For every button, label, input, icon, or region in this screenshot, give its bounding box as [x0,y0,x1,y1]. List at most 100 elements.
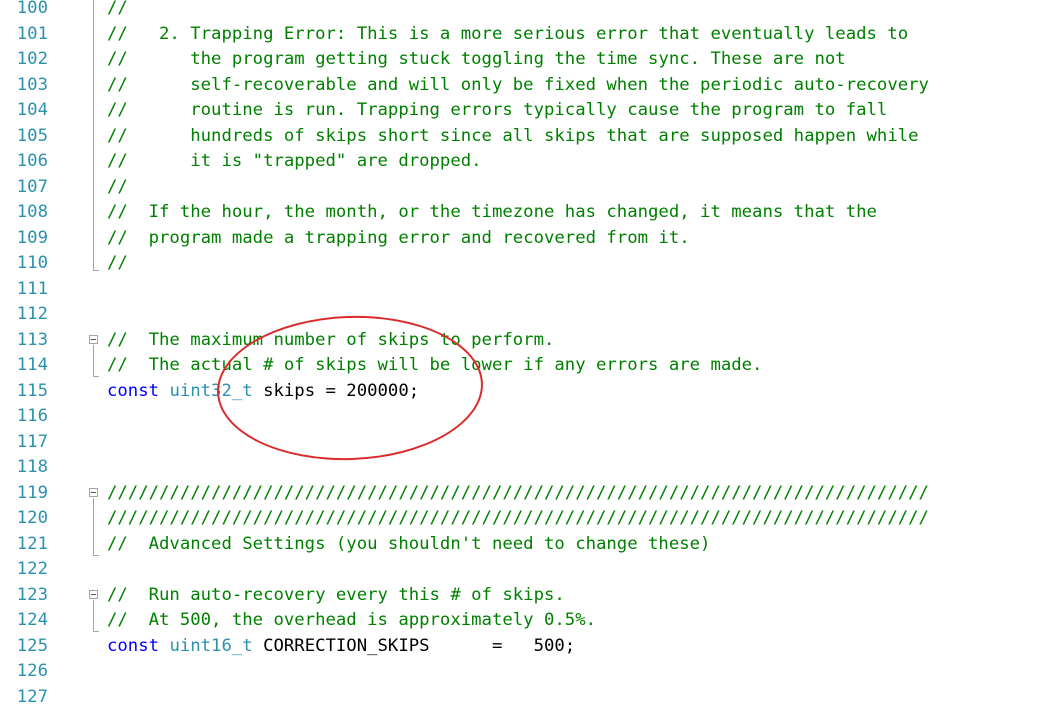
code-keyword: const [107,635,160,656]
line-number: 109 [16,227,48,248]
code-line[interactable]: 113 // The maximum number of skips to per… [0,328,1055,354]
code-line[interactable]: 124 // At 500, the overhead is approximat… [0,608,1055,634]
code-comment: // program made a trapping error and rec… [107,227,690,248]
code-keyword: const [107,380,160,401]
code-line[interactable]: 120 /////////////////////////////////////… [0,506,1055,532]
code-text[interactable]: // At 500, the overhead is approximately… [107,608,596,634]
code-token: skips = 200000; [252,380,420,401]
line-number: 105 [16,125,48,146]
code-text[interactable]: // it is "trapped" are dropped. [107,149,482,175]
code-line[interactable]: 123 // Run auto-recovery every this # of … [0,583,1055,609]
code-line[interactable]: 103 // self-recoverable and will only be … [0,73,1055,99]
line-number: 117 [16,431,48,452]
code-comment: // If the hour, the month, or the timezo… [107,202,877,222]
code-text[interactable]: // [107,0,128,22]
code-comment: // At 500, the overhead is approximately… [107,610,596,630]
code-line[interactable]: 101 // 2. Trapping Error: This is a more … [0,22,1055,48]
code-line[interactable]: 110 // [0,251,1055,277]
line-number: 118 [16,457,48,477]
line-number: 114 [16,355,48,375]
code-comment: ////////////////////////////////////////… [107,482,929,503]
line-number: 110 [16,253,48,273]
code-line[interactable]: 118 [0,455,1055,481]
line-number: 104 [16,100,48,120]
code-type: uint32_t [169,380,253,401]
code-type: uint16_t [169,635,253,656]
code-comment: // it is "trapped" are dropped. [107,151,482,171]
code-line[interactable]: 105 // hundreds of skips short since all … [0,124,1055,150]
code-comment: // [107,253,128,273]
code-text[interactable]: const uint16_t CORRECTION_SKIPS = 500; [107,634,575,660]
line-number: 119 [16,482,48,503]
line-number: 100 [16,0,48,18]
line-number: 115 [16,380,48,401]
code-line[interactable]: 112 [0,302,1055,328]
code-comment: // The maximum number of skips to perfor… [107,329,555,350]
code-line[interactable]: 104 // routine is run. Trapping errors ty… [0,98,1055,124]
code-text[interactable]: // The actual # of skips will be lower i… [107,353,762,379]
code-line[interactable]: 127 [0,685,1055,711]
line-number: 122 [16,559,48,579]
line-number: 103 [16,74,48,95]
code-line[interactable]: 121 // Advanced Settings (you shouldn't n… [0,532,1055,558]
line-number: 102 [16,49,48,69]
code-line[interactable]: 115 const uint32_t skips = 200000; [0,379,1055,405]
code-token: CORRECTION_SKIPS = 500; [252,635,576,656]
code-line[interactable]: 119 /////////////////////////////////////… [0,481,1055,507]
code-line[interactable]: 116 [0,404,1055,430]
line-number: 125 [16,635,48,656]
line-number: 124 [16,610,48,630]
line-number: 107 [16,176,48,197]
code-text[interactable]: // 2. Trapping Error: This is a more ser… [107,22,908,48]
line-number: 123 [16,584,48,605]
line-number: 126 [16,661,48,681]
code-line[interactable]: 111 [0,277,1055,303]
code-comment: // 2. Trapping Error: This is a more ser… [107,23,909,44]
code-comment: ////////////////////////////////////////… [107,508,929,528]
code-text[interactable]: // the program getting stuck toggling th… [107,47,846,73]
code-line[interactable]: 108 // If the hour, the month, or the tim… [0,200,1055,226]
code-text[interactable]: // hundreds of skips short since all ski… [107,124,919,150]
code-line[interactable]: 106 // it is "trapped" are dropped. [0,149,1055,175]
code-line[interactable]: 122 [0,557,1055,583]
line-number: 108 [16,202,48,222]
code-line[interactable]: 109 // program made a trapping error and … [0,226,1055,252]
code-text[interactable]: ////////////////////////////////////////… [107,506,929,532]
code-comment: // the program getting stuck toggling th… [107,49,846,69]
code-text[interactable]: // [107,251,128,277]
code-text[interactable]: const uint32_t skips = 200000; [107,379,419,405]
code-comment: // The actual # of skips will be lower i… [107,355,763,375]
code-line[interactable]: 114 // The actual # of skips will be lowe… [0,353,1055,379]
code-comment: // Run auto-recovery every this # of ski… [107,584,565,605]
line-number: 121 [16,533,48,554]
code-comment: // [107,0,128,18]
code-comment: // hundreds of skips short since all ski… [107,125,919,146]
line-number: 111 [16,278,48,299]
code-line[interactable]: 100 // [0,0,1055,22]
code-text[interactable]: // Run auto-recovery every this # of ski… [107,583,565,609]
code-text[interactable]: ////////////////////////////////////////… [107,481,929,507]
code-line[interactable]: 126 [0,659,1055,685]
line-number: 127 [16,686,48,707]
code-comment: // self-recoverable and will only be fix… [107,74,929,95]
line-number: 112 [16,304,48,324]
code-text[interactable]: // self-recoverable and will only be fix… [107,73,929,99]
code-text[interactable]: // Advanced Settings (you shouldn't need… [107,532,710,558]
code-text[interactable]: // program made a trapping error and rec… [107,226,690,252]
code-line[interactable]: 107 // [0,175,1055,201]
code-text[interactable]: // routine is run. Trapping errors typic… [107,98,887,124]
code-comment: // [107,176,128,197]
code-comment: // routine is run. Trapping errors typic… [107,100,888,120]
code-line[interactable]: 117 [0,430,1055,456]
code-text[interactable]: // If the hour, the month, or the timezo… [107,200,877,226]
code-text[interactable]: // The maximum number of skips to perfor… [107,328,554,354]
code-text[interactable]: // [107,175,128,201]
line-number: 106 [16,151,48,171]
code-line[interactable]: 125 const uint16_t CORRECTION_SKIPS = 500… [0,634,1055,660]
line-number: 101 [16,23,48,44]
code-line[interactable]: 102 // the program getting stuck toggling… [0,47,1055,73]
line-number: 113 [16,329,48,350]
code-editor[interactable]: 100 // 101 // 2. Trapping Error: This is a … [0,0,1055,716]
